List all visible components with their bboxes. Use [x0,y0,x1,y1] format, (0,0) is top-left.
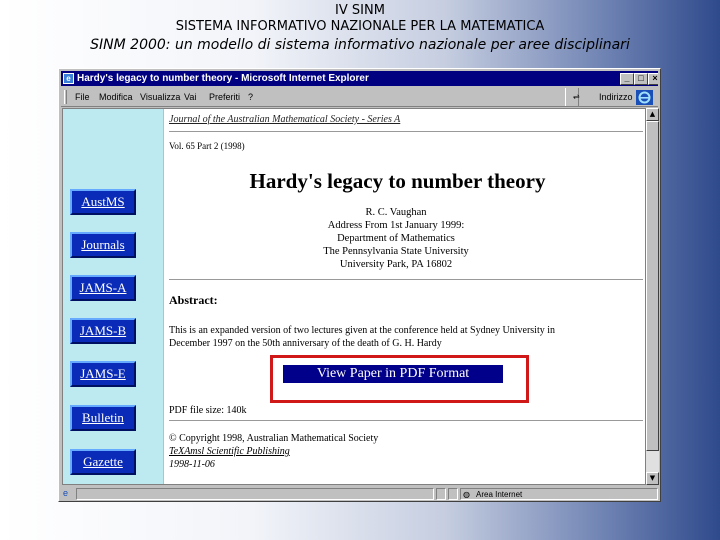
nav-jams-e[interactable]: JAMS-E [70,361,136,387]
abstract-text: December 1997 on the 50th anniversary of… [169,338,442,349]
copyright: © Copyright 1998, Australian Mathematica… [169,433,379,444]
browser-window: e Hardy's legacy to number theory - Micr… [58,68,661,502]
nav-label: Journals [81,237,125,252]
nav-frame: AustMS Journals JAMS-A JAMS-B JAMS-E Bul… [63,109,164,484]
status-cell [436,488,446,500]
nav-jams-a[interactable]: JAMS-A [70,275,136,301]
status-message [76,488,434,500]
scroll-down-icon[interactable]: ▼ [646,472,659,485]
window-title: Hardy's legacy to number theory - Micros… [77,73,369,84]
scroll-thumb[interactable] [646,121,659,451]
status-bar: e ◍ Area Internet [61,487,658,501]
scroll-up-icon[interactable]: ▲ [646,108,659,121]
divider [169,420,643,421]
address-label[interactable]: Indirizzo [599,87,633,107]
close-button[interactable]: × [648,73,658,85]
slide-subtitle: SISTEMA INFORMATIVO NAZIONALE PER LA MAT… [175,19,545,34]
nav-label: JAMS-B [79,323,127,338]
nav-label: Bulletin [82,410,124,425]
toolbar-grip[interactable] [64,90,67,104]
content-frame: Journal of the Australian Mathematical S… [165,109,645,484]
nav-austms[interactable]: AustMS [70,189,136,215]
menu-visualizza[interactable]: Visualizza [140,87,180,107]
nav-bulletin[interactable]: Bulletin [70,405,136,431]
address-line: University Park, PA 16802 [339,259,453,270]
status-cell [448,488,458,500]
address-line: The Pennsylvania State University [323,246,469,257]
nav-label: JAMS-E [80,366,126,381]
nav-label: JAMS-A [79,280,127,295]
paper-title: Hardy's legacy to number theory [249,169,546,193]
browser-viewport: AustMS Journals JAMS-A JAMS-B JAMS-E Bul… [62,108,646,485]
menu-preferiti[interactable]: Preferiti [209,87,240,107]
nav-gazette[interactable]: Gazette [70,449,136,475]
menu-bar: File Modifica Visualizza Vai Preferiti ?… [61,87,658,107]
address-line: Department of Mathematics [337,233,455,244]
minimize-button[interactable]: _ [620,73,634,85]
address-grip-icon: ⇌ [573,92,580,101]
nav-journals[interactable]: Journals [70,232,136,258]
author: R. C. Vaughan [365,207,427,218]
menu-help[interactable]: ? [248,87,253,107]
divider [169,131,643,132]
abstract-text: This is an expanded version of two lectu… [169,325,555,336]
page-status-icon: e [63,488,69,498]
window-titlebar[interactable]: e Hardy's legacy to number theory - Micr… [61,71,658,86]
ie-logo-icon [636,90,653,105]
ie-app-icon: e [63,73,74,84]
abstract-heading: Abstract: [169,293,218,307]
zone-label: Area Internet [476,490,523,499]
maximize-button[interactable]: □ [634,73,648,85]
pdf-size: PDF file size: 140k [169,405,247,416]
page-date: 1998-11-06 [169,459,215,470]
volume-info: Vol. 65 Part 2 (1998) [169,141,245,151]
highlight-box [270,355,529,403]
menu-modifica[interactable]: Modifica [99,87,133,107]
slide-title: IV SINM [335,3,385,18]
journal-link[interactable]: Journal of the Australian Mathematical S… [169,114,400,125]
menu-file[interactable]: File [75,87,90,107]
publisher-link[interactable]: TeXAmsl Scientific Publishing [169,445,290,458]
address-line: Address From 1st January 1999: [327,220,465,231]
nav-label: AustMS [81,194,125,209]
divider [169,279,643,280]
nav-jams-b[interactable]: JAMS-B [70,318,136,344]
globe-icon: ◍ [463,490,470,499]
vertical-scrollbar[interactable]: ▲ ▼ [646,108,659,485]
slide-caption: SINM 2000: un modello di sistema informa… [90,37,630,53]
nav-label: Gazette [83,454,123,469]
menu-vai[interactable]: Vai [184,87,196,107]
zone-indicator: ◍ Area Internet [460,488,658,500]
